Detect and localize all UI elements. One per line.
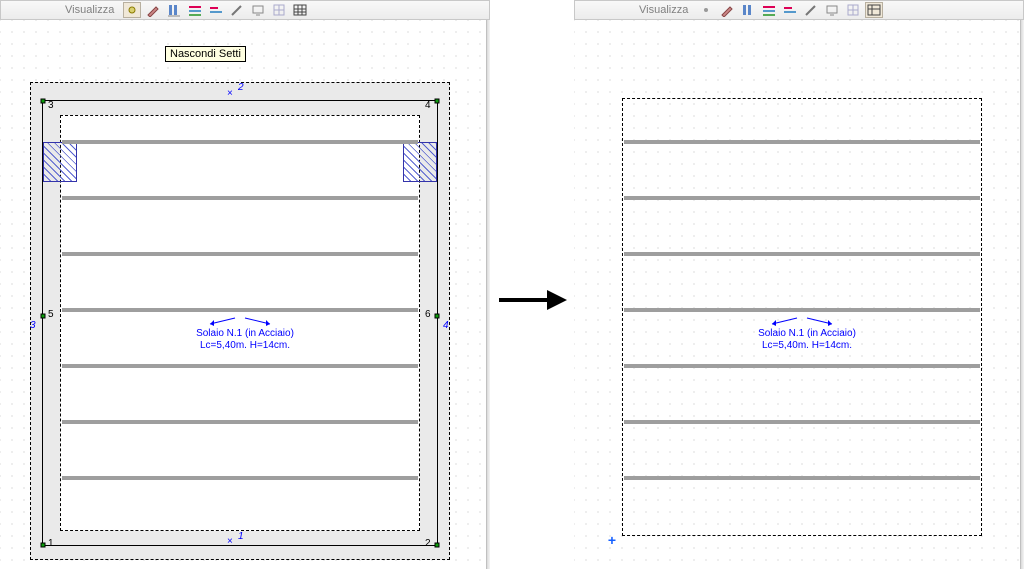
left-panel: Visualizza Na — [0, 0, 490, 569]
beams-icon[interactable] — [186, 2, 204, 18]
pencil-icon[interactable] — [718, 2, 736, 18]
node-2-dot[interactable] — [435, 543, 440, 548]
beam-r4 — [624, 308, 980, 312]
node-1-label: 1 — [48, 538, 54, 549]
annot-line1-r: Solaio N.1 (in Acciaio) — [758, 328, 856, 339]
beams-icon[interactable] — [760, 2, 778, 18]
beams2-icon[interactable] — [781, 2, 799, 18]
align-icon[interactable] — [739, 2, 757, 18]
pencil2-icon[interactable] — [802, 2, 820, 18]
beam-r2 — [624, 196, 980, 200]
beam-6 — [62, 420, 418, 424]
x-marker-top: × — [227, 88, 233, 94]
beam-5 — [62, 364, 418, 368]
node-1-dot[interactable] — [41, 543, 46, 548]
table-icon[interactable] — [291, 2, 309, 18]
monitor-icon[interactable] — [823, 2, 841, 18]
x-marker-bottom: × — [227, 536, 233, 542]
pencil-icon[interactable] — [144, 2, 162, 18]
annot-line2-r: Lc=5,40m. H=14cm. — [762, 340, 852, 351]
highlight-icon[interactable] — [123, 2, 141, 18]
arrow-right-icon — [497, 285, 567, 315]
canvas-right[interactable]: Solaio N.1 (in Acciaio) Lc=5,40m. H=14cm… — [574, 20, 1024, 569]
beam-r6 — [624, 420, 980, 424]
slab-annotation: Solaio N.1 (in Acciaio) Lc=5,40m. H=14cm… — [180, 328, 310, 352]
grid-icon[interactable] — [844, 2, 862, 18]
beam-r5 — [624, 364, 980, 368]
annot-line2: Lc=5,40m. H=14cm. — [200, 340, 290, 351]
node-3-label: 3 — [48, 100, 54, 111]
align-icon[interactable] — [165, 2, 183, 18]
beam-1 — [62, 140, 418, 144]
node-2-label: 2 — [425, 538, 431, 549]
node-6-dot[interactable] — [435, 314, 440, 319]
beam-2 — [62, 196, 418, 200]
node-5-label: 5 — [48, 309, 54, 320]
span-arrows-icon — [200, 314, 280, 328]
node-5-dot[interactable] — [41, 314, 46, 319]
shear-wall-left[interactable] — [43, 142, 77, 182]
beam-7 — [62, 476, 418, 480]
cursor-cross-icon: + — [608, 532, 616, 548]
beam-r7 — [624, 476, 980, 480]
toolbar-right: Visualizza — [574, 0, 1024, 20]
edge-left-label: 3 — [30, 320, 36, 331]
toolbar-left: Visualizza — [0, 0, 490, 20]
beam-3 — [62, 252, 418, 256]
pencil2-icon[interactable] — [228, 2, 246, 18]
right-panel: Visualizza — [574, 0, 1024, 569]
slab-annotation-r: Solaio N.1 (in Acciaio) Lc=5,40m. H=14cm… — [742, 328, 872, 352]
span-arrows-icon — [762, 314, 842, 328]
node-3-dot[interactable] — [41, 99, 46, 104]
tooltip-text: Nascondi Setti — [170, 48, 241, 60]
shear-wall-right[interactable] — [403, 142, 437, 182]
canvas-left[interactable]: Nascondi Setti × × 2 1 3 4 3 4 5 — [0, 20, 490, 569]
beam-r1 — [624, 140, 980, 144]
tooltip-nascondi-setti: Nascondi Setti — [165, 46, 246, 62]
node-6-label: 6 — [425, 309, 431, 320]
node-4-dot[interactable] — [435, 99, 440, 104]
beam-4 — [62, 308, 418, 312]
panel-divider-r — [1020, 20, 1024, 569]
monitor-icon[interactable] — [249, 2, 267, 18]
panel-divider — [486, 20, 490, 569]
beam-r3 — [624, 252, 980, 256]
visualize-label: Visualizza — [65, 4, 114, 16]
table-icon[interactable] — [865, 2, 883, 18]
grid-icon[interactable] — [270, 2, 288, 18]
beams2-icon[interactable] — [207, 2, 225, 18]
visualize-label-r: Visualizza — [639, 4, 688, 16]
highlight-icon[interactable] — [697, 2, 715, 18]
edge-bottom-label: 1 — [238, 531, 244, 542]
node-4-label: 4 — [425, 100, 431, 111]
edge-right-label: 4 — [443, 320, 449, 331]
annot-line1: Solaio N.1 (in Acciaio) — [196, 328, 294, 339]
edge-top-label: 2 — [238, 82, 244, 93]
